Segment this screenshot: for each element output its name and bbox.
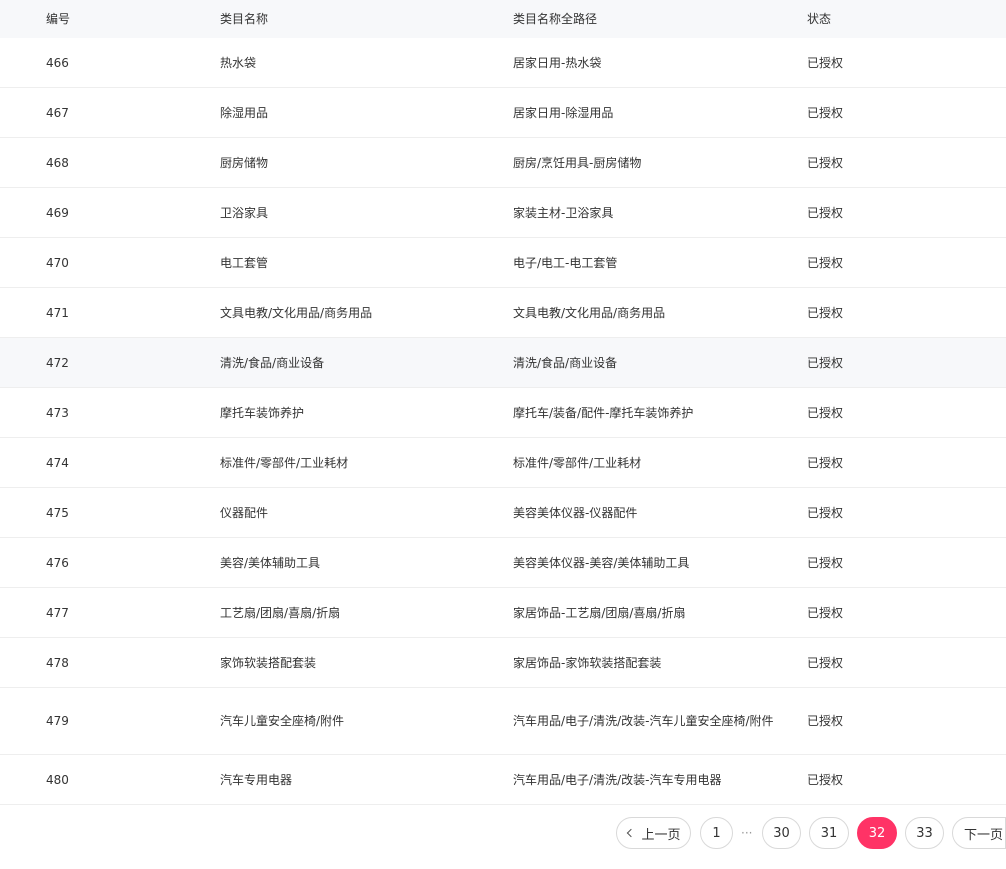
cell-path: 居家日用-除湿用品 <box>513 105 614 120</box>
cell-id: 479 <box>46 714 69 728</box>
table-row[interactable]: 475 仪器配件 美容美体仪器-仪器配件 已授权 <box>0 488 1006 538</box>
prev-page-button[interactable]: 上一页 <box>616 817 691 849</box>
cell-name: 电工套管 <box>220 255 269 270</box>
chevron-left-icon <box>627 828 636 838</box>
page-button-33[interactable]: 33 <box>905 817 944 849</box>
cell-name: 清洗/食品/商业设备 <box>220 355 325 370</box>
cell-name: 家饰软装搭配套装 <box>220 655 317 670</box>
cell-id: 472 <box>46 355 69 370</box>
cell-name: 除湿用品 <box>220 105 269 120</box>
table-row[interactable]: 467 除湿用品 居家日用-除湿用品 已授权 <box>0 88 1006 138</box>
cell-id: 471 <box>46 305 69 320</box>
cell-status: 已授权 <box>807 205 844 220</box>
cell-name: 汽车专用电器 <box>220 772 293 787</box>
cell-id: 477 <box>46 605 69 620</box>
cell-id: 468 <box>46 155 69 170</box>
pagination: 上一页 1 ··· 30 31 32 33 下一页 <box>0 817 1006 849</box>
cell-path: 清洗/食品/商业设备 <box>513 355 618 370</box>
cell-status: 已授权 <box>807 605 844 620</box>
table-row[interactable]: 477 工艺扇/团扇/喜扇/折扇 家居饰品-工艺扇/团扇/喜扇/折扇 已授权 <box>0 588 1006 638</box>
page-button-31[interactable]: 31 <box>809 817 849 849</box>
cell-path: 美容美体仪器-美容/美体辅助工具 <box>513 555 690 570</box>
cell-name: 仪器配件 <box>220 505 269 520</box>
cell-name: 美容/美体辅助工具 <box>220 555 321 570</box>
cell-id: 470 <box>46 255 69 270</box>
table-header: 编号 类目名称 类目名称全路径 状态 <box>0 0 1006 38</box>
table-row[interactable]: 478 家饰软装搭配套装 家居饰品-家饰软装搭配套装 已授权 <box>0 638 1006 688</box>
cell-status: 已授权 <box>807 155 844 170</box>
cell-status: 已授权 <box>807 505 844 520</box>
cell-path: 汽车用品/电子/清洗/改装-汽车儿童安全座椅/附件 <box>513 714 774 728</box>
cell-status: 已授权 <box>807 772 844 787</box>
header-id: 编号 <box>46 12 71 26</box>
next-page-label: 下一页 <box>964 827 1004 843</box>
cell-id: 480 <box>46 772 69 787</box>
cell-path: 标准件/零部件/工业耗材 <box>513 455 642 470</box>
cell-path: 汽车用品/电子/清洗/改装-汽车专用电器 <box>513 772 722 787</box>
cell-status: 已授权 <box>807 405 844 420</box>
table-row-hovered[interactable]: 472 清洗/食品/商业设备 清洗/食品/商业设备 已授权 <box>0 338 1006 388</box>
category-table: 编号 类目名称 类目名称全路径 状态 466 热水袋 居家日用-热水袋 已授权 … <box>0 0 1006 805</box>
cell-id: 467 <box>46 105 69 120</box>
cell-id: 473 <box>46 405 69 420</box>
table-row[interactable]: 469 卫浴家具 家装主材-卫浴家具 已授权 <box>0 188 1006 238</box>
cell-name: 摩托车装饰养护 <box>220 405 305 420</box>
cell-path: 厨房/烹饪用具-厨房储物 <box>513 155 642 170</box>
table-row[interactable]: 476 美容/美体辅助工具 美容美体仪器-美容/美体辅助工具 已授权 <box>0 538 1006 588</box>
cell-status: 已授权 <box>807 455 844 470</box>
cell-status: 已授权 <box>807 355 844 370</box>
cell-id: 476 <box>46 555 69 570</box>
cell-id: 474 <box>46 455 69 470</box>
cell-path: 居家日用-热水袋 <box>513 55 602 70</box>
cell-name: 厨房储物 <box>220 155 269 170</box>
cell-status: 已授权 <box>807 55 844 70</box>
cell-id: 478 <box>46 655 69 670</box>
cell-name: 汽车儿童安全座椅/附件 <box>220 714 345 728</box>
cell-status: 已授权 <box>807 655 844 670</box>
cell-status: 已授权 <box>807 105 844 120</box>
table-row[interactable]: 479 汽车儿童安全座椅/附件 汽车用品/电子/清洗/改装-汽车儿童安全座椅/附… <box>0 688 1006 755</box>
header-name: 类目名称 <box>220 12 269 26</box>
header-status: 状态 <box>807 12 832 26</box>
pagination-ellipsis: ··· <box>741 826 753 840</box>
table-row[interactable]: 471 文具电教/文化用品/商务用品 文具电教/文化用品/商务用品 已授权 <box>0 288 1006 338</box>
page-button-current[interactable]: 32 <box>857 817 897 849</box>
cell-id: 469 <box>46 205 69 220</box>
cell-path: 电子/电工-电工套管 <box>513 255 618 270</box>
cell-status: 已授权 <box>807 714 844 728</box>
cell-path: 家居饰品-家饰软装搭配套装 <box>513 655 662 670</box>
cell-status: 已授权 <box>807 555 844 570</box>
page-button-first[interactable]: 1 <box>700 817 733 849</box>
cell-name: 工艺扇/团扇/喜扇/折扇 <box>220 605 341 620</box>
cell-status: 已授权 <box>807 305 844 320</box>
table-row[interactable]: 468 厨房储物 厨房/烹饪用具-厨房储物 已授权 <box>0 138 1006 188</box>
table-row[interactable]: 474 标准件/零部件/工业耗材 标准件/零部件/工业耗材 已授权 <box>0 438 1006 488</box>
cell-path: 美容美体仪器-仪器配件 <box>513 505 638 520</box>
table-row[interactable]: 473 摩托车装饰养护 摩托车/装备/配件-摩托车装饰养护 已授权 <box>0 388 1006 438</box>
table-row[interactable]: 466 热水袋 居家日用-热水袋 已授权 <box>0 38 1006 88</box>
cell-id: 475 <box>46 505 69 520</box>
cell-name: 文具电教/文化用品/商务用品 <box>220 305 373 320</box>
cell-name: 热水袋 <box>220 55 257 70</box>
cell-name: 卫浴家具 <box>220 205 269 220</box>
cell-path: 摩托车/装备/配件-摩托车装饰养护 <box>513 405 694 420</box>
cell-name: 标准件/零部件/工业耗材 <box>220 455 349 470</box>
table-row[interactable]: 470 电工套管 电子/电工-电工套管 已授权 <box>0 238 1006 288</box>
cell-path: 家居饰品-工艺扇/团扇/喜扇/折扇 <box>513 605 686 620</box>
next-page-button[interactable]: 下一页 <box>952 817 1006 849</box>
page-button-30[interactable]: 30 <box>762 817 801 849</box>
cell-path: 家装主材-卫浴家具 <box>513 205 614 220</box>
cell-path: 文具电教/文化用品/商务用品 <box>513 305 666 320</box>
prev-page-label: 上一页 <box>641 827 681 843</box>
cell-id: 466 <box>46 55 69 70</box>
table-row[interactable]: 480 汽车专用电器 汽车用品/电子/清洗/改装-汽车专用电器 已授权 <box>0 755 1006 805</box>
cell-status: 已授权 <box>807 255 844 270</box>
header-path: 类目名称全路径 <box>513 12 598 26</box>
